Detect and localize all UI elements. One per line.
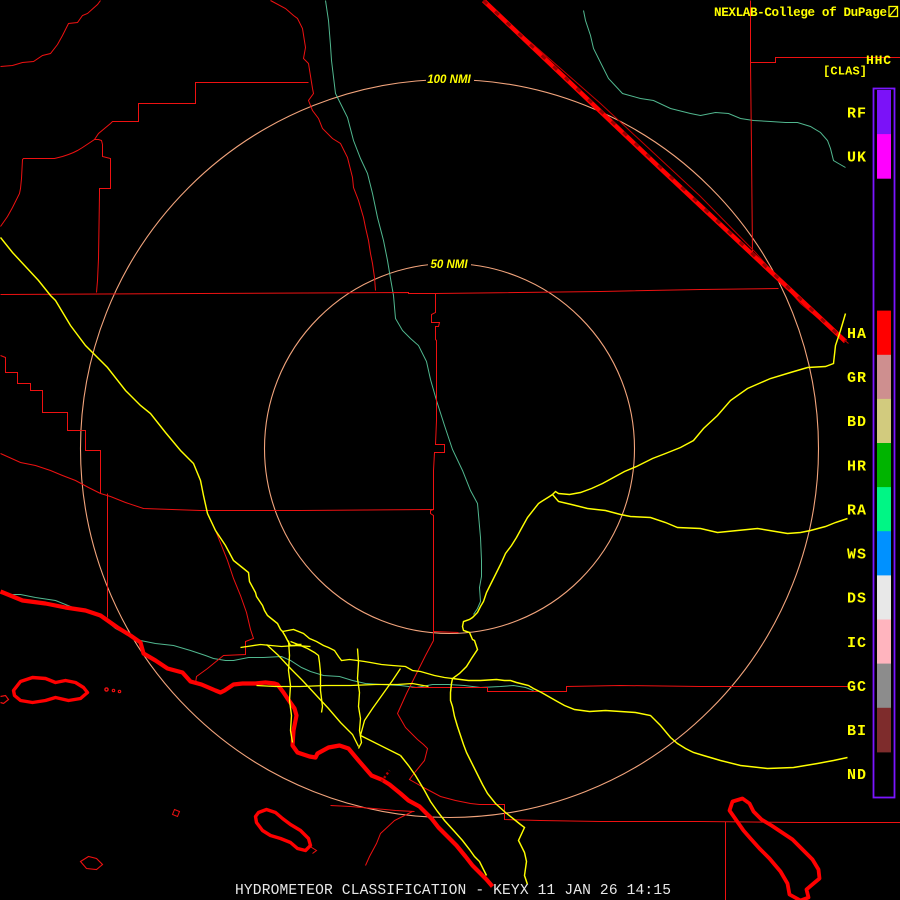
svg-text:HR: HR (847, 458, 866, 475)
svg-text:BD: BD (847, 414, 866, 431)
svg-text:GR: GR (847, 370, 866, 387)
svg-text:HHC: HHC (866, 53, 891, 68)
svg-text:DS: DS (847, 591, 866, 608)
svg-text:GC: GC (847, 679, 866, 696)
svg-text:[CLAS]: [CLAS] (823, 65, 867, 79)
svg-text:BI: BI (847, 723, 866, 740)
svg-text:HA: HA (847, 326, 866, 343)
svg-text:WS: WS (847, 547, 866, 564)
svg-text:NEXLAB-College of DuPage: NEXLAB-College of DuPage (714, 6, 887, 20)
svg-text:100 NMI: 100 NMI (427, 74, 471, 86)
svg-text:HYDROMETEOR CLASSIFICATION - K: HYDROMETEOR CLASSIFICATION - KEYX 11 JAN… (235, 883, 671, 899)
svg-text:UK: UK (847, 149, 866, 166)
svg-text:RA: RA (847, 502, 866, 519)
svg-text:ND: ND (847, 767, 866, 784)
svg-text:IC: IC (847, 635, 866, 652)
svg-text:RF: RF (847, 105, 866, 122)
svg-text:50 NMI: 50 NMI (430, 259, 468, 271)
